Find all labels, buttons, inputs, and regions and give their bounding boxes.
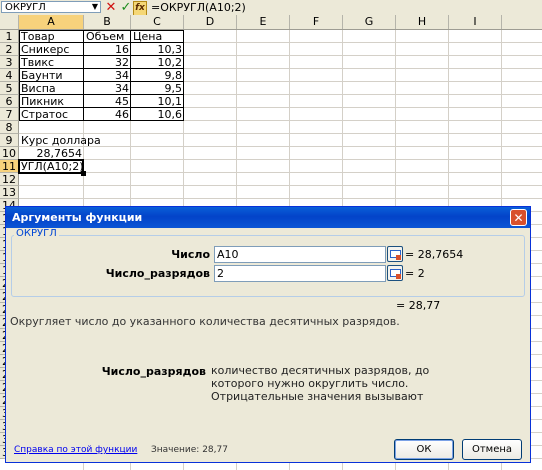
gridline [19,198,542,199]
column-header-i[interactable]: I [449,15,502,29]
collapse-dialog-icon[interactable] [387,265,403,281]
column-header-a[interactable]: A [19,15,84,29]
column-header-g[interactable]: G [343,15,396,29]
cell-a9[interactable]: Курс доллара [19,134,101,147]
gridline [19,159,542,160]
column-header-d[interactable]: D [184,15,237,29]
table-border [19,68,184,69]
table-border [19,55,184,56]
name-box-dropdown-icon[interactable]: ▼ [89,1,101,13]
param-name: Число_разрядов [101,365,206,378]
row-header-11[interactable]: 11 [0,160,19,173]
table-border [19,81,184,82]
arg-label-digits: Число_разрядов [105,267,210,280]
select-all-corner[interactable] [0,15,19,29]
row-header-13[interactable]: 13 [0,186,19,199]
function-description: Округляет число до указанного количества… [10,315,400,328]
row-header-2[interactable]: 2 [0,43,19,56]
active-cell-border [18,159,84,174]
column-header-f[interactable]: F [290,15,343,29]
row-header-7[interactable]: 7 [0,108,19,121]
param-description: количество десятичных разрядов, до котор… [211,364,430,402]
name-box[interactable]: ОКРУГЛ [1,1,101,13]
formula-bar: ОКРУГЛ ▼ ✕ ✓ fx =ОКРУГЛ(A10;2) [0,0,542,16]
cancel-button[interactable]: Отмена [462,439,522,460]
table-cell[interactable]: 10,6 [131,108,184,121]
row-header-10[interactable]: 10 [0,147,19,160]
digits-field[interactable]: 2 [214,265,386,282]
arg-result-digits: = 2 [405,267,425,280]
help-link[interactable]: Справка по этой функции [14,445,137,455]
row-header-3[interactable]: 3 [0,56,19,69]
gridline [19,172,542,173]
enter-formula-icon[interactable]: ✓ [119,0,133,15]
dialog-title[interactable]: Аргументы функции [6,207,530,228]
ok-button[interactable]: ОК [394,439,454,460]
fill-handle[interactable] [81,171,86,176]
table-border [19,42,184,43]
row-header-9[interactable]: 9 [0,134,19,147]
close-icon[interactable]: ✕ [510,209,527,226]
function-arguments-dialog: Аргументы функции ✕ ОКРУГЛ Число A10 = 2… [5,206,531,463]
row-header-1[interactable]: 1 [0,30,19,43]
column-header-b[interactable]: B [84,15,131,29]
function-name-label: ОКРУГЛ [14,228,59,239]
row-header-6[interactable]: 6 [0,95,19,108]
row-header-5[interactable]: 5 [0,82,19,95]
formula-input[interactable]: =ОКРУГЛ(A10;2) [151,0,246,15]
column-header-h[interactable]: H [396,15,449,29]
row-header-12[interactable]: 12 [0,173,19,186]
table-cell[interactable]: Стратос [19,108,84,121]
number-field[interactable]: A10 [214,246,386,263]
value-text: Значение: 28,77 [151,445,228,455]
gridline [19,185,542,186]
table-border [19,94,184,95]
cancel-formula-icon[interactable]: ✕ [104,0,118,15]
table-cell[interactable]: 46 [84,108,131,121]
column-header-e[interactable]: E [237,15,290,29]
arg-label-number: Число [171,248,210,261]
row-header-4[interactable]: 4 [0,69,19,82]
formula-result: = 28,77 [396,299,441,312]
collapse-dialog-icon[interactable] [387,246,403,262]
insert-function-icon[interactable]: fx [133,1,147,16]
arg-result-number: = 28,7654 [405,248,464,261]
table-border [19,107,184,108]
column-header-c[interactable]: C [131,15,184,29]
row-header-8[interactable]: 8 [0,121,19,134]
column-headers: ABCDEFGHI [0,15,542,30]
